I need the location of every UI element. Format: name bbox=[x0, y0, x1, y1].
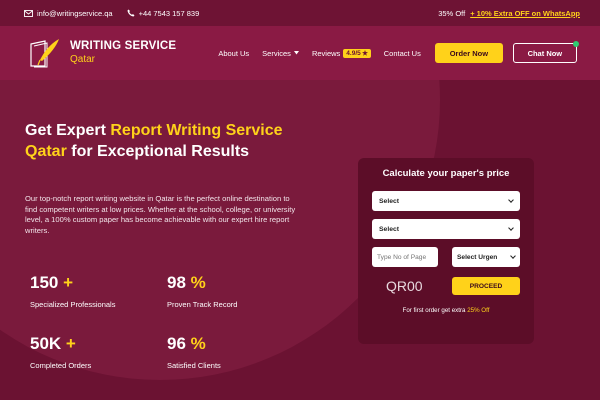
stat-number: 96 bbox=[167, 334, 186, 353]
note-text: For first order get extra bbox=[402, 307, 468, 314]
stat-suffix: % bbox=[190, 273, 206, 292]
main-nav: About Us Services Reviews 4.9/5 Contact … bbox=[218, 48, 421, 58]
hero-title-part-2: for Exceptional Results bbox=[66, 143, 250, 160]
nav-reviews-label: Reviews bbox=[311, 48, 341, 58]
nav-services[interactable]: Services bbox=[262, 49, 299, 58]
chevron-down-icon bbox=[508, 197, 514, 203]
order-now-button[interactable]: Order Now bbox=[434, 43, 503, 63]
nav-reviews[interactable]: Reviews 4.9/5 bbox=[311, 48, 371, 58]
rating-badge: 4.9/5 bbox=[343, 48, 371, 58]
stat-label: Completed Orders bbox=[30, 361, 92, 370]
main-header: WRITING SERVICE Qatar About Us Services … bbox=[0, 26, 600, 80]
phone-icon bbox=[127, 9, 135, 17]
urgency-value: Select Urgen bbox=[457, 253, 498, 261]
stat-professionals: 150 + Specialized Professionals bbox=[30, 273, 115, 309]
calculator-title: Calculate your paper's price bbox=[382, 168, 510, 179]
chat-now-button[interactable]: Chat Now bbox=[512, 41, 579, 63]
select-value: Select bbox=[379, 225, 400, 233]
stat-number: 98 bbox=[167, 273, 186, 292]
paper-type-select[interactable]: Select bbox=[372, 191, 520, 211]
caret-down-icon bbox=[293, 51, 299, 55]
pages-input[interactable] bbox=[372, 247, 438, 267]
promo-discount: 35% Off bbox=[438, 8, 466, 18]
nav-about[interactable]: About Us bbox=[218, 49, 249, 58]
online-indicator bbox=[572, 41, 579, 47]
select-value: Select bbox=[379, 197, 400, 205]
stat-label: Proven Track Record bbox=[167, 300, 238, 309]
top-bar: info@writingservice.qa +44 7543 157 839 … bbox=[0, 0, 600, 26]
hero-description: Our top-notch report writing website in … bbox=[25, 194, 296, 235]
stat-number: 50K bbox=[30, 334, 62, 353]
stat-suffix: % bbox=[190, 334, 206, 353]
proceed-button[interactable]: PROCEED bbox=[452, 277, 520, 295]
phone-text: +44 7543 157 839 bbox=[138, 8, 200, 18]
mail-icon bbox=[24, 9, 33, 17]
chevron-down-icon bbox=[508, 225, 514, 231]
logo-title: WRITING SERVICE bbox=[70, 40, 177, 53]
hero-section: Get Expert Report Writing Service Qatar … bbox=[0, 80, 600, 400]
email-link[interactable]: info@writingservice.qa bbox=[24, 9, 113, 18]
promo-banner: 35% Off + 10% Extra OFF on WhatsApp bbox=[438, 9, 580, 18]
stat-label: Specialized Professionals bbox=[30, 300, 116, 309]
phone-link[interactable]: +44 7543 157 839 bbox=[127, 8, 200, 18]
price-display: QR00 bbox=[386, 278, 423, 294]
price-calculator: Calculate your paper's price Select Sele… bbox=[358, 158, 534, 344]
stat-completed-orders: 50K + Completed Orders bbox=[30, 334, 91, 370]
logo-subtitle: Qatar bbox=[70, 53, 96, 65]
contact-info: info@writingservice.qa +44 7543 157 839 bbox=[24, 9, 199, 18]
hero-title-part-1: Get Expert bbox=[25, 122, 111, 139]
hero-title: Get Expert Report Writing Service Qatar … bbox=[25, 120, 285, 162]
star-icon bbox=[361, 50, 368, 56]
nav-contact[interactable]: Contact Us bbox=[384, 49, 421, 58]
chat-now-label: Chat Now bbox=[527, 48, 563, 58]
site-logo[interactable]: WRITING SERVICE Qatar bbox=[28, 36, 176, 70]
stat-satisfied-clients: 96 % Satisfied Clients bbox=[167, 334, 221, 370]
book-quill-icon bbox=[30, 39, 59, 68]
stat-track-record: 98 % Proven Track Record bbox=[167, 273, 237, 309]
whatsapp-offer-link[interactable]: + 10% Extra OFF on WhatsApp bbox=[470, 9, 580, 18]
first-order-note: For first order get extra 25% Off bbox=[372, 307, 520, 314]
urgency-select[interactable]: Select Urgen bbox=[452, 247, 520, 267]
rating-value: 4.9/5 bbox=[346, 49, 361, 57]
nav-services-label: Services bbox=[262, 48, 291, 58]
stat-suffix: + bbox=[65, 334, 76, 353]
stat-label: Satisfied Clients bbox=[167, 361, 221, 370]
chevron-down-icon bbox=[510, 253, 516, 259]
email-text: info@writingservice.qa bbox=[37, 8, 113, 18]
note-discount: 25% Off bbox=[467, 307, 490, 314]
stat-number: 150 bbox=[30, 273, 59, 292]
academic-level-select[interactable]: Select bbox=[372, 219, 520, 239]
stat-suffix: + bbox=[63, 273, 74, 292]
